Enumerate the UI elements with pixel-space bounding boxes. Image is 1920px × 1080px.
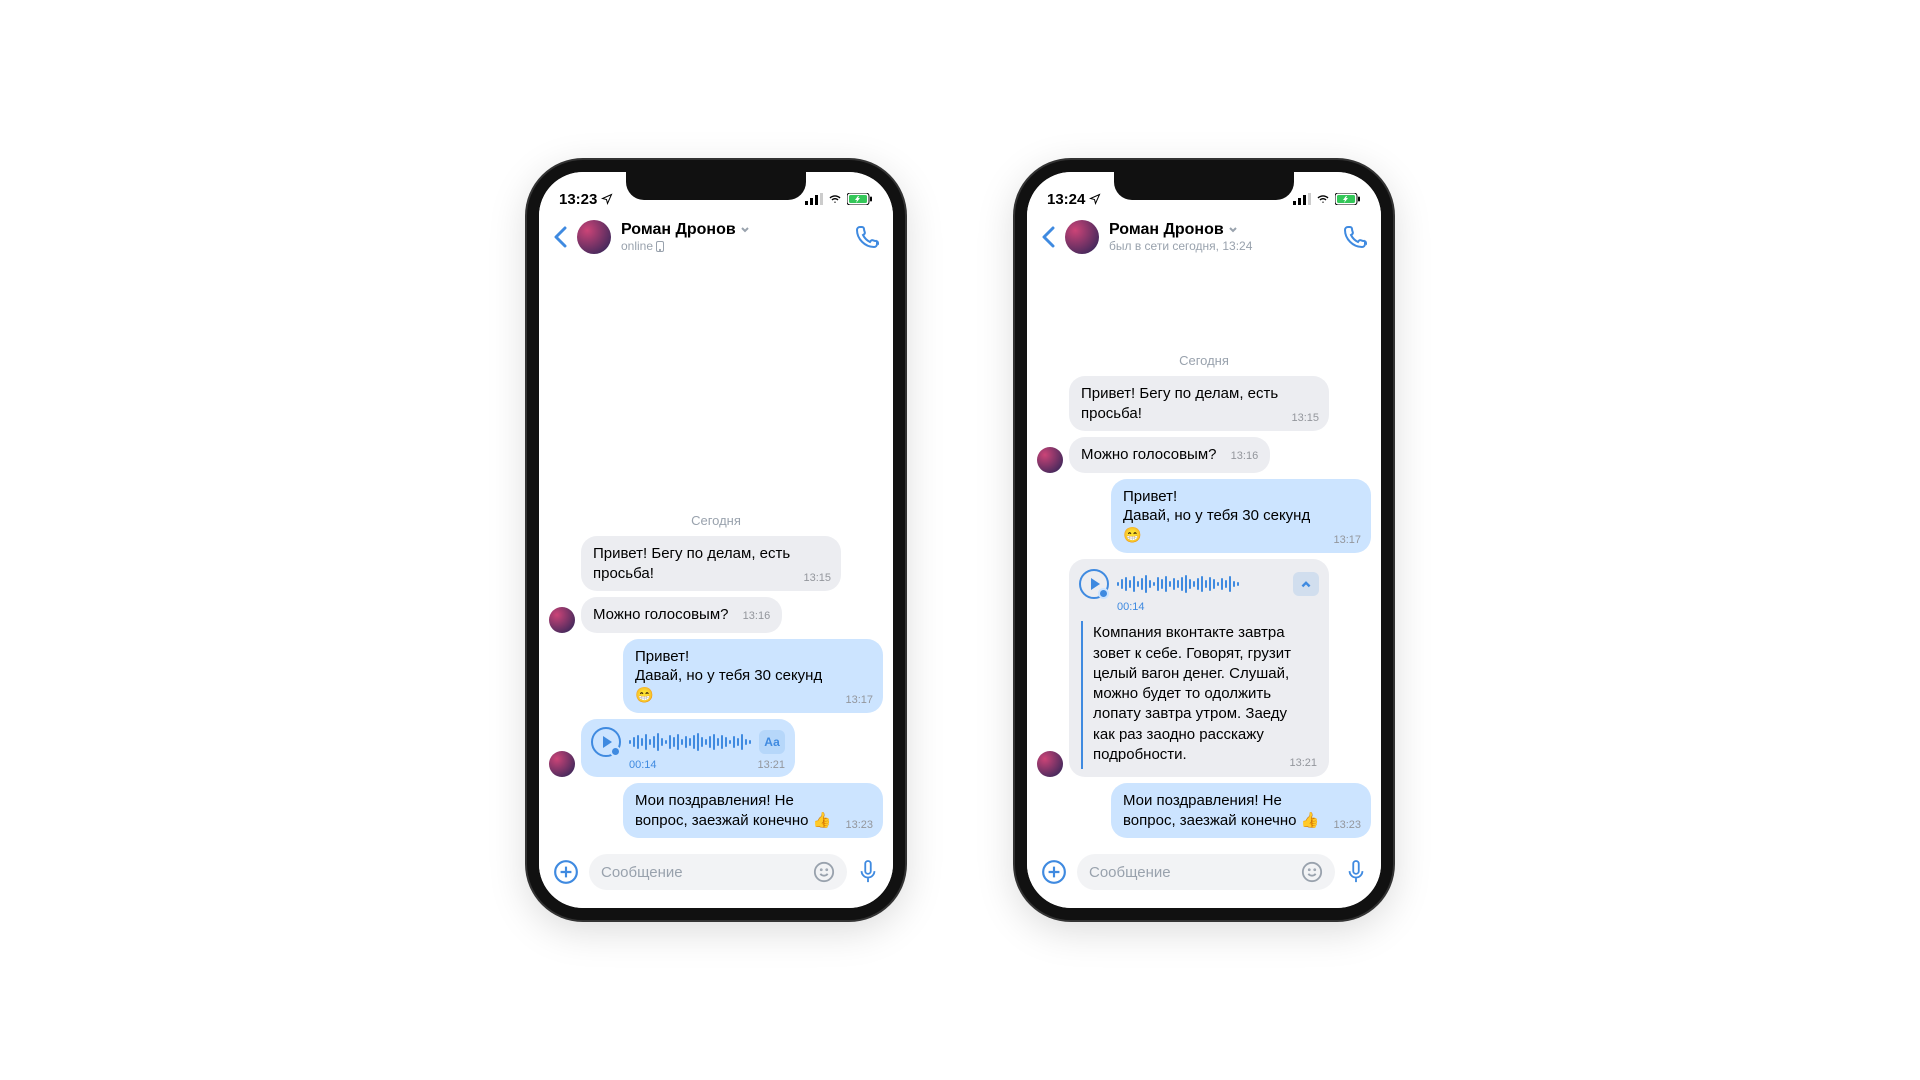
message-time: 13:23: [845, 818, 873, 832]
voice-record-button[interactable]: [857, 859, 879, 885]
message-bubble-incoming[interactable]: Можно голосовым? 13:16: [1069, 437, 1270, 473]
chevron-down-icon: [740, 225, 750, 235]
message-row: Привет! Давай, но у тебя 30 секунд 😁 13:…: [549, 639, 883, 714]
message-list[interactable]: Сегодня Привет! Бегу по делам, есть прос…: [1027, 264, 1381, 844]
chat-title-block[interactable]: Роман Дронов был в сети сегодня, 13:24: [1109, 221, 1333, 253]
message-text: Привет! Бегу по делам, есть просьба!: [1081, 384, 1317, 423]
voice-message-bubble[interactable]: Аа 00:14 13:21: [581, 719, 795, 777]
message-text: Мои поздравления! Не вопрос, заезжай кон…: [1123, 791, 1359, 830]
message-row: Привет! Давай, но у тебя 30 секунд 😁 13:…: [1037, 479, 1371, 554]
attach-button[interactable]: [1041, 859, 1067, 885]
message-time: 13:23: [1333, 818, 1361, 832]
voice-duration: 00:14: [629, 759, 657, 771]
message-time: 13:16: [743, 610, 771, 622]
message-row: Привет! Бегу по делам, есть просьба! 13:…: [1037, 376, 1371, 431]
voice-transcribe-button[interactable]: Аа: [759, 730, 785, 754]
battery-icon: [1335, 193, 1361, 205]
message-time: 13:16: [1231, 450, 1259, 462]
chat-contact-status: online: [621, 239, 653, 253]
message-row: Аа 00:14 13:21: [549, 719, 883, 777]
message-text: Привет! Давай, но у тебя 30 секунд 😁: [1123, 487, 1359, 546]
voice-duration: 00:14: [1079, 601, 1319, 613]
avatar[interactable]: [577, 220, 611, 254]
date-separator: Сегодня: [549, 513, 883, 528]
message-input[interactable]: Сообщение: [589, 854, 847, 890]
input-placeholder: Сообщение: [1089, 864, 1171, 881]
message-row: 00:14 Компания вконтакте завтра зовет к …: [1037, 559, 1371, 777]
voice-message-bubble-expanded[interactable]: 00:14 Компания вконтакте завтра зовет к …: [1069, 559, 1329, 777]
chat-contact-status: был в сети сегодня, 13:24: [1109, 239, 1252, 253]
message-time: 13:21: [1289, 757, 1317, 769]
message-text: Можно голосовым?: [593, 606, 729, 623]
chat-title-block[interactable]: Роман Дронов online: [621, 221, 845, 253]
message-row: Можно голосовым? 13:16: [1037, 437, 1371, 473]
location-arrow-icon: [1089, 193, 1101, 205]
message-text: Можно голосовым?: [1081, 446, 1217, 463]
message-row: Привет! Бегу по делам, есть просьба! 13:…: [549, 536, 883, 591]
phone-notch: [1114, 172, 1294, 200]
call-button[interactable]: [855, 225, 879, 249]
emoji-icon[interactable]: [813, 861, 835, 883]
message-bubble-outgoing[interactable]: Мои поздравления! Не вопрос, заезжай кон…: [623, 783, 883, 838]
message-time: 13:15: [803, 571, 831, 585]
status-time: 13:24: [1047, 191, 1085, 208]
signal-icon: [1293, 193, 1311, 205]
back-button[interactable]: [1041, 226, 1055, 248]
message-bubble-incoming[interactable]: Привет! Бегу по делам, есть просьба! 13:…: [581, 536, 841, 591]
status-time: 13:23: [559, 191, 597, 208]
message-time: 13:15: [1291, 411, 1319, 425]
message-list[interactable]: Сегодня Привет! Бегу по делам, есть прос…: [539, 264, 893, 844]
message-row: Мои поздравления! Не вопрос, заезжай кон…: [549, 783, 883, 838]
message-time: 13:17: [845, 693, 873, 707]
message-time: 13:17: [1333, 533, 1361, 547]
message-row: Можно голосовым? 13:16: [549, 597, 883, 633]
date-separator: Сегодня: [1037, 353, 1371, 368]
phone-notch: [626, 172, 806, 200]
avatar[interactable]: [1065, 220, 1099, 254]
wifi-icon: [827, 193, 843, 205]
chat-header: Роман Дронов online: [539, 212, 893, 264]
battery-icon: [847, 193, 873, 205]
play-button[interactable]: [1079, 569, 1109, 599]
avatar[interactable]: [1037, 751, 1063, 777]
message-row: Мои поздравления! Не вопрос, заезжай кон…: [1037, 783, 1371, 838]
emoji-icon[interactable]: [1301, 861, 1323, 883]
message-time: 13:21: [757, 759, 785, 771]
input-placeholder: Сообщение: [601, 864, 683, 881]
message-text: Привет! Бегу по делам, есть просьба!: [593, 544, 829, 583]
voice-record-button[interactable]: [1345, 859, 1367, 885]
message-bubble-outgoing[interactable]: Привет! Давай, но у тебя 30 секунд 😁 13:…: [623, 639, 883, 714]
play-button[interactable]: [591, 727, 621, 757]
message-bubble-outgoing[interactable]: Привет! Давай, но у тебя 30 секунд 😁 13:…: [1111, 479, 1371, 554]
message-bubble-outgoing[interactable]: Мои поздравления! Не вопрос, заезжай кон…: [1111, 783, 1371, 838]
avatar[interactable]: [1037, 447, 1063, 473]
chevron-up-icon: [1300, 578, 1312, 590]
location-arrow-icon: [601, 193, 613, 205]
attach-button[interactable]: [553, 859, 579, 885]
avatar[interactable]: [549, 607, 575, 633]
message-bubble-incoming[interactable]: Можно голосовым? 13:16: [581, 597, 782, 633]
message-input[interactable]: Сообщение: [1077, 854, 1335, 890]
input-bar: Сообщение: [539, 844, 893, 908]
chat-contact-name: Роман Дронов: [1109, 221, 1224, 239]
waveform[interactable]: [629, 732, 751, 752]
avatar[interactable]: [549, 751, 575, 777]
signal-icon: [805, 193, 823, 205]
chevron-down-icon: [1228, 225, 1238, 235]
waveform[interactable]: [1117, 574, 1285, 594]
phone-mockup-right: 13:24 Роман Дронов был в сети сегодня: [1015, 160, 1393, 920]
wifi-icon: [1315, 193, 1331, 205]
call-button[interactable]: [1343, 225, 1367, 249]
message-text: Привет! Давай, но у тебя 30 секунд 😁: [635, 647, 871, 706]
message-bubble-incoming[interactable]: Привет! Бегу по делам, есть просьба! 13:…: [1069, 376, 1329, 431]
message-text: Мои поздравления! Не вопрос, заезжай кон…: [635, 791, 871, 830]
voice-transcript-text: Компания вконтакте завтра зовет к себе. …: [1081, 621, 1317, 769]
phone-mockup-left: 13:23 Роман Дронов online: [527, 160, 905, 920]
chat-header: Роман Дронов был в сети сегодня, 13:24: [1027, 212, 1381, 264]
back-button[interactable]: [553, 226, 567, 248]
chat-contact-name: Роман Дронов: [621, 221, 736, 239]
input-bar: Сообщение: [1027, 844, 1381, 908]
mobile-icon: [656, 241, 664, 252]
voice-collapse-button[interactable]: [1293, 572, 1319, 596]
